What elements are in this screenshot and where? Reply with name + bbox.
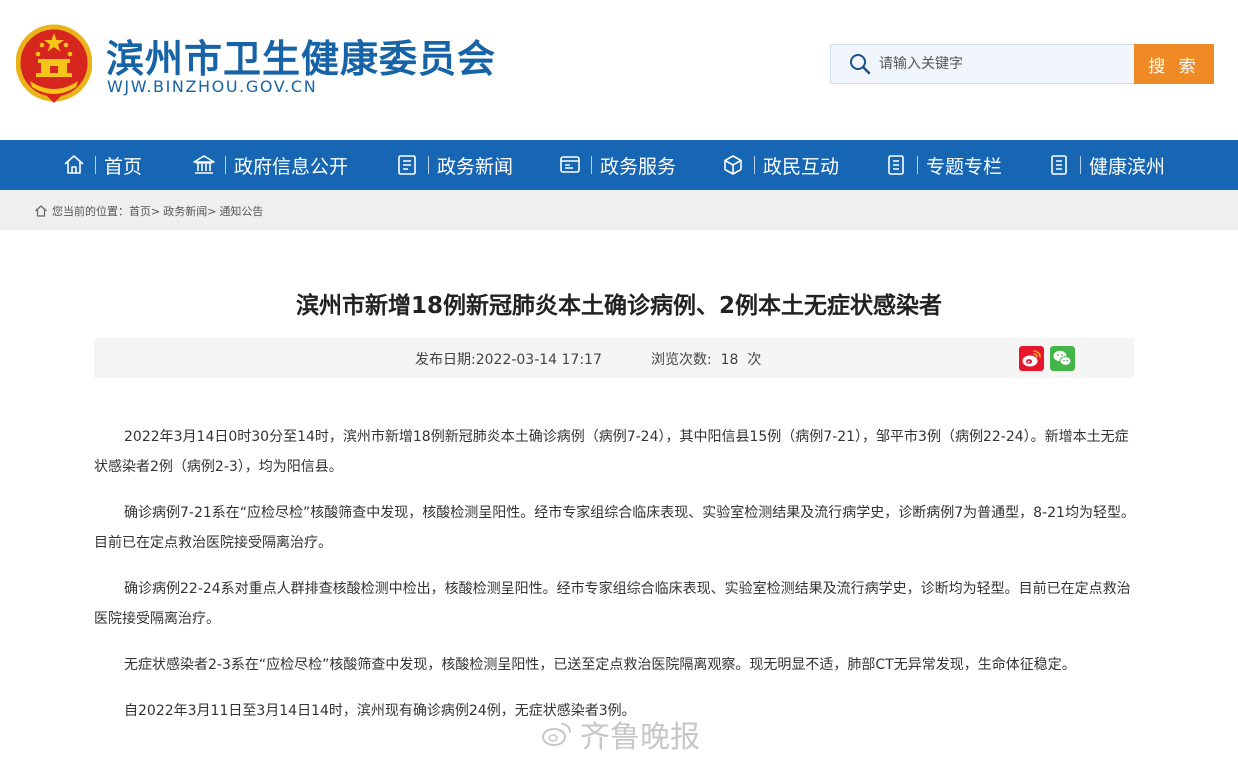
nav-separator	[428, 156, 429, 174]
site-domain: WJW.BINZHOU.GOV.CN	[107, 77, 318, 96]
watermark: 齐鲁晚报	[540, 712, 700, 756]
news-document-icon	[398, 155, 416, 175]
wechat-share-icon[interactable]	[1050, 346, 1075, 371]
nav-label: 政务服务	[600, 155, 677, 178]
nav-label: 健康滨州	[1089, 155, 1166, 178]
weibo-watermark-icon	[542, 723, 571, 746]
nav-separator	[1080, 156, 1081, 174]
home-icon	[64, 155, 84, 174]
watermark-text: 齐鲁晚报	[580, 720, 700, 755]
publish-date: 发布日期:2022-03-14 17:17	[415, 352, 602, 368]
breadcrumb-separator: >	[207, 204, 217, 218]
government-building-icon	[193, 155, 215, 174]
nav-separator	[917, 156, 918, 174]
article-body: 2022年3月14日0时30分至14时，滨州市新增18例新冠肺炎本土确诊病例（病…	[94, 422, 1136, 742]
nav-separator	[95, 156, 96, 174]
view-count: 浏览次数: 18 次	[651, 352, 762, 368]
nav-label: 政民互动	[763, 155, 840, 178]
nav-item-health[interactable]: 健康滨州	[1047, 140, 1165, 190]
nav-separator	[754, 156, 755, 174]
article-paragraph: 确诊病例7-21系在“应检尽检”核酸筛查中发现，核酸检测呈阳性。经市专家组综合临…	[94, 505, 1135, 551]
interaction-icon	[724, 155, 742, 175]
nav-item-home[interactable]: 首页	[62, 140, 142, 190]
national-emblem-icon	[16, 24, 92, 103]
breadcrumb-notice-link[interactable]: 通知公告	[219, 203, 263, 219]
search-icon	[850, 54, 871, 75]
article-paragraph: 2022年3月14日0时30分至14时，滨州市新增18例新冠肺炎本土确诊病例（病…	[94, 429, 1129, 475]
search-input[interactable]	[879, 45, 1119, 83]
nav-item-interaction[interactable]: 政民互动	[721, 140, 839, 190]
breadcrumb-bar: 您当前的位置： 首页 > 政务新闻 > 通知公告	[0, 190, 1238, 230]
nav-separator	[591, 156, 592, 174]
nav-item-services[interactable]: 政务服务	[558, 140, 676, 190]
health-list-icon	[1051, 155, 1067, 175]
weibo-share-icon[interactable]	[1019, 346, 1044, 371]
nav-separator	[225, 156, 226, 174]
topic-list-icon	[888, 155, 904, 175]
nav-item-topics[interactable]: 专题专栏	[884, 140, 1002, 190]
nav-label: 政务新闻	[437, 155, 514, 178]
article-title: 滨州市新增18例新冠肺炎本土确诊病例、2例本土无症状感染者	[295, 293, 942, 319]
breadcrumb: 您当前的位置： 首页 > 政务新闻 > 通知公告	[34, 203, 263, 219]
article-paragraph: 无症状感染者2-3系在“应检尽检”核酸筛查中发现，核酸检测呈阳性，已送至定点救治…	[124, 657, 1076, 673]
search-button[interactable]: 搜 索	[1134, 44, 1214, 84]
search-box: 搜 索	[830, 44, 1214, 84]
nav-label: 首页	[104, 155, 143, 178]
site-title: 滨州市卫生健康委员会	[106, 37, 497, 81]
article-meta-bar: 发布日期:2022-03-14 17:17 浏览次数: 18 次	[94, 338, 1134, 378]
nav-label: 专题专栏	[926, 155, 1003, 178]
article-paragraph: 确诊病例22-24系对重点人群排查核酸检测中检出，核酸检测呈阳性。经市专家组综合…	[94, 581, 1131, 627]
main-nav: 首页 政府信息公开 政务新闻 政务服务 政民互动 专题专栏 健康滨州	[0, 140, 1238, 190]
breadcrumb-home-link[interactable]: 首页	[129, 203, 151, 219]
nav-item-news[interactable]: 政务新闻	[395, 140, 513, 190]
site-header: 滨州市卫生健康委员会 WJW.BINZHOU.GOV.CN 搜 索	[0, 0, 1238, 140]
service-window-icon	[560, 156, 580, 173]
nav-item-gov-info[interactable]: 政府信息公开	[192, 140, 348, 190]
breadcrumb-prefix: 您当前的位置：	[52, 205, 129, 218]
home-icon	[35, 205, 47, 217]
breadcrumb-separator: >	[151, 204, 161, 218]
nav-label: 政府信息公开	[234, 155, 349, 178]
breadcrumb-news-link[interactable]: 政务新闻	[163, 203, 207, 219]
